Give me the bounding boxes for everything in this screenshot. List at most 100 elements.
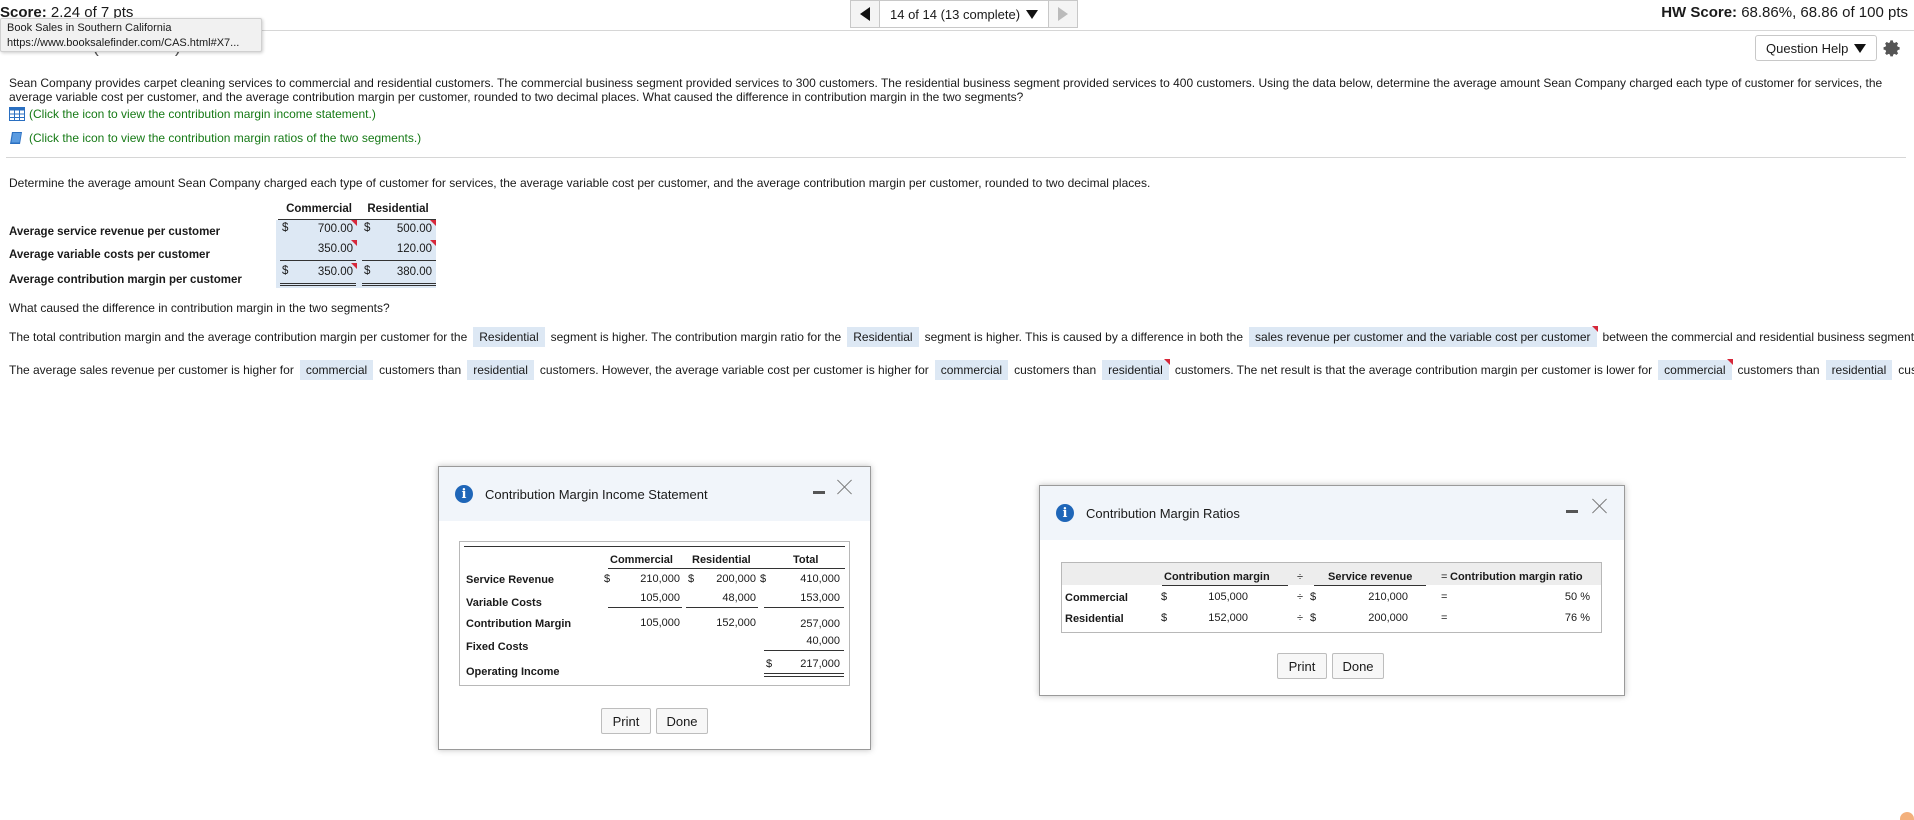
- currency-sign: $: [766, 658, 773, 670]
- customer-type-dropdown[interactable]: residential: [467, 360, 534, 380]
- print-button[interactable]: Print: [1277, 653, 1327, 679]
- answer-revenue-residential[interactable]: 500.00: [380, 220, 436, 238]
- customer-type-dropdown[interactable]: residential: [1102, 359, 1170, 380]
- dialog-header: i Contribution Margin Ratios: [1040, 486, 1624, 540]
- currency-sign: $: [760, 573, 767, 585]
- column-header-commercial: Commercial: [610, 554, 673, 566]
- answer-variable-commercial[interactable]: 350.00: [300, 240, 357, 258]
- sentence-text: customers. However, the average variable…: [539, 363, 929, 377]
- customer-type-dropdown[interactable]: residential: [1825, 360, 1893, 380]
- cause-dropdown[interactable]: sales revenue per customer and the varia…: [1249, 326, 1598, 347]
- ratios-link[interactable]: (Click the icon to view the contribution…: [9, 130, 421, 146]
- header-underline: [608, 568, 845, 569]
- ratios-link-text: (Click the icon to view the contribution…: [29, 131, 422, 145]
- currency-sign: $: [364, 265, 371, 277]
- column-header-total: Total: [793, 554, 819, 566]
- header-divider: [0, 30, 1914, 31]
- residential-cm: 152,000: [1208, 612, 1248, 624]
- cm-commercial: 105,000: [640, 617, 680, 629]
- answer-cm-commercial[interactable]: 350.00: [300, 263, 357, 281]
- revenue-commercial: 210,000: [640, 573, 680, 585]
- info-icon: i: [1056, 504, 1074, 522]
- income-statement-table: Commercial Residential Total Service Rev…: [459, 541, 850, 686]
- customer-type-dropdown[interactable]: commercial: [934, 360, 1009, 380]
- table-icon: [9, 107, 25, 121]
- variable-total: 153,000: [800, 592, 840, 604]
- close-icon[interactable]: [1592, 498, 1608, 514]
- answer-variable-residential[interactable]: 120.00: [380, 240, 436, 258]
- currency-sign: $: [282, 222, 289, 234]
- segment-dropdown[interactable]: Residential: [847, 327, 919, 347]
- sentence-text: customers.: [1898, 363, 1914, 377]
- done-button[interactable]: Done: [1332, 653, 1384, 679]
- income-statement-link[interactable]: (Click the icon to view the contribution…: [9, 107, 376, 121]
- header-underline: [1314, 585, 1426, 586]
- revenue-total: 410,000: [800, 573, 840, 585]
- dialog-header: i Contribution Margin Income Statement: [439, 467, 870, 521]
- problem-statement: Sean Company provides carpet cleaning se…: [9, 76, 1883, 104]
- row-residential: Residential: [1065, 613, 1124, 625]
- sentence-text: between the commercial and residential b…: [1602, 330, 1914, 344]
- arrow-right-icon: [1058, 7, 1069, 21]
- answer-revenue-commercial[interactable]: 700.00: [300, 220, 357, 238]
- row-label-variable: Average variable costs per customer: [9, 249, 210, 261]
- sentence-text: segment is higher. This is caused by a d…: [924, 330, 1244, 344]
- row-service-revenue: Service Revenue: [466, 574, 555, 586]
- fixed-total: 40,000: [806, 635, 840, 647]
- subtotal-line: [608, 607, 682, 608]
- gear-icon[interactable]: [1880, 37, 1902, 59]
- link-tooltip: Book Sales in Southern California https:…: [0, 18, 262, 52]
- sentence-text: customers than: [379, 363, 462, 377]
- question-selector[interactable]: 14 of 14 (13 complete): [880, 0, 1049, 28]
- subtotal-line: [764, 650, 844, 651]
- cm-residential: 152,000: [716, 617, 756, 629]
- revenue-residential: 200,000: [716, 573, 756, 585]
- column-header-commercial: Commercial: [286, 203, 352, 215]
- total-double-line: [362, 285, 436, 286]
- sentence-text: The total contribution margin and the av…: [9, 330, 468, 344]
- variable-commercial: 105,000: [640, 592, 680, 604]
- equals-sign: =: [1441, 612, 1448, 624]
- divide-sign: ÷: [1297, 571, 1304, 583]
- customer-type-dropdown[interactable]: commercial: [1658, 359, 1733, 380]
- row-variable-costs: Variable Costs: [466, 597, 542, 609]
- question-help-label: Question Help: [1766, 40, 1849, 56]
- arrow-left-icon: [860, 7, 870, 21]
- minimize-icon[interactable]: [1566, 510, 1578, 513]
- customer-type-dropdown[interactable]: commercial: [299, 360, 374, 380]
- next-question-button[interactable]: [1048, 0, 1079, 28]
- hw-score-label: HW Score:: [1661, 4, 1738, 21]
- divide-sign: ÷: [1297, 591, 1304, 603]
- subtotal-line: [280, 260, 356, 261]
- row-fixed-costs: Fixed Costs: [466, 641, 529, 653]
- commercial-ratio: 50 %: [1564, 591, 1590, 603]
- total-double-line: [280, 283, 356, 284]
- column-header-residential: Residential: [692, 554, 751, 566]
- close-icon[interactable]: [837, 479, 853, 495]
- currency-sign: $: [1161, 612, 1168, 624]
- question-navigator: 14 of 14 (13 complete): [850, 0, 1079, 28]
- subtotal-line: [764, 607, 844, 608]
- sentence-text: customers than: [1014, 363, 1097, 377]
- cm-total: 257,000: [800, 618, 840, 630]
- dialog-title: Contribution Margin Income Statement: [485, 486, 708, 502]
- answer-sentence-1: The total contribution margin and the av…: [9, 326, 1914, 347]
- answer-cm-residential[interactable]: 380.00: [380, 264, 435, 281]
- instruction-text: Determine the average amount Sean Compan…: [9, 176, 1151, 190]
- previous-question-button[interactable]: [850, 0, 880, 28]
- book-icon: [10, 132, 22, 144]
- row-commercial: Commercial: [1065, 592, 1128, 604]
- column-header-residential: Residential: [367, 203, 429, 215]
- done-button[interactable]: Done: [656, 708, 708, 734]
- ratios-table: Contribution margin ÷ Service revenue = …: [1061, 562, 1602, 633]
- equals-sign: =: [1441, 571, 1448, 583]
- question-two: What caused the difference in contributi…: [9, 301, 390, 315]
- print-button[interactable]: Print: [601, 708, 651, 734]
- segment-dropdown[interactable]: Residential: [473, 327, 545, 347]
- currency-sign: $: [364, 222, 371, 234]
- subtotal-line: [362, 260, 436, 261]
- column-header-cm: Contribution margin: [1164, 571, 1270, 583]
- tooltip-title: Book Sales in Southern California: [7, 22, 172, 34]
- minimize-icon[interactable]: [813, 491, 825, 494]
- question-help-button[interactable]: Question Help: [1755, 35, 1878, 61]
